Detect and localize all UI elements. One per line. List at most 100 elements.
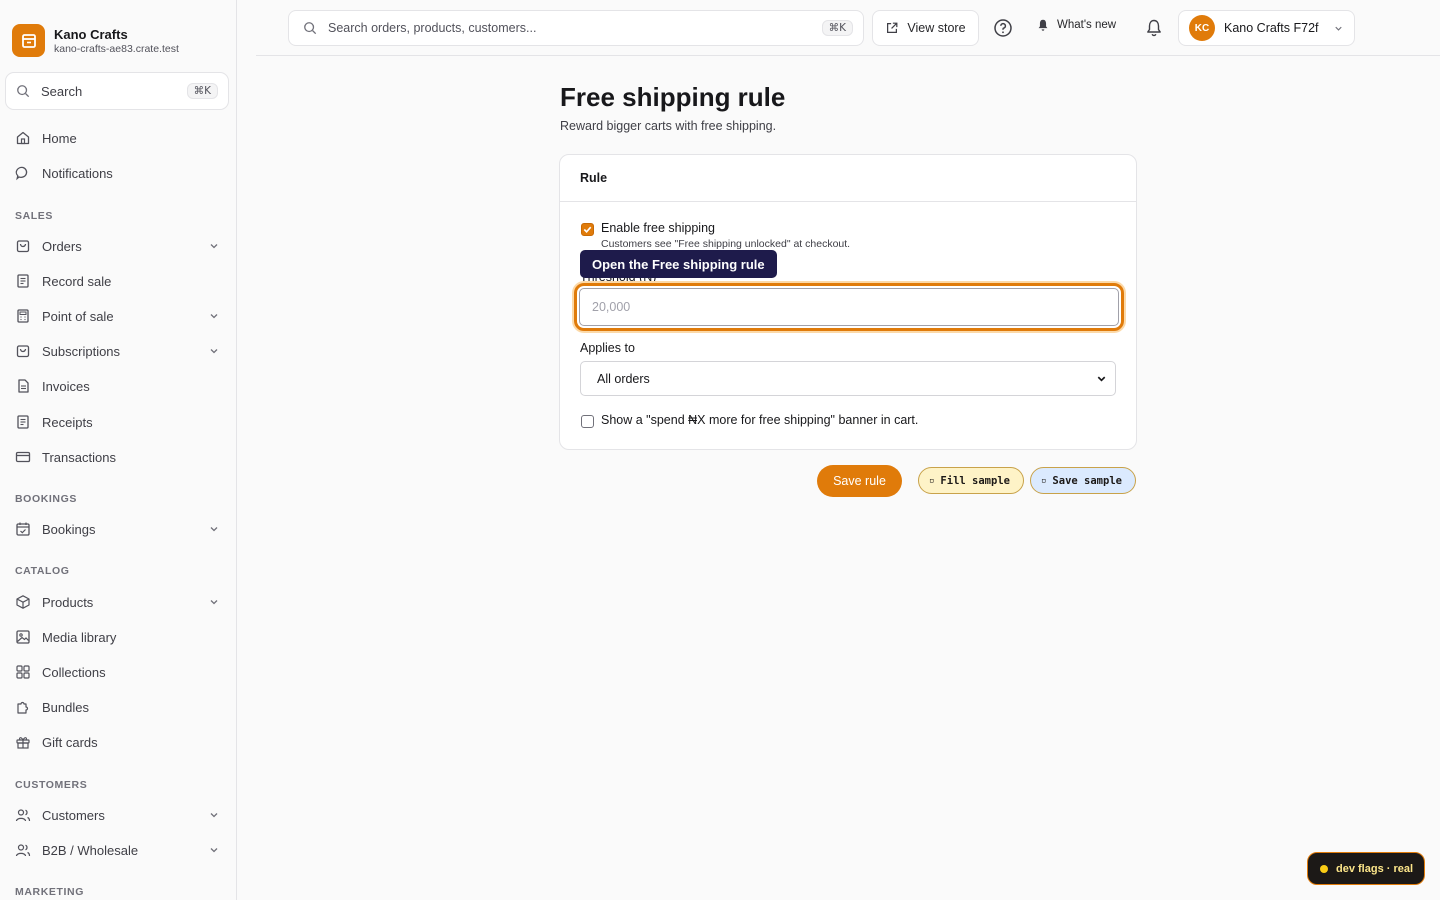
sidebar-item-label: Transactions bbox=[42, 449, 116, 465]
sidebar-item-label: Bookings bbox=[42, 521, 96, 537]
sidebar-item-orders[interactable]: Orders bbox=[15, 234, 220, 258]
calculator-icon bbox=[17, 309, 29, 323]
help-circle-icon[interactable] bbox=[993, 18, 1013, 38]
enable-free-shipping-checkbox[interactable] bbox=[581, 223, 594, 236]
sidebar-item-customers[interactable]: Customers bbox=[15, 803, 220, 827]
sidebar-item-label: Point of sale bbox=[42, 308, 114, 324]
search-icon bbox=[304, 22, 317, 35]
sidebar-item-label: Home bbox=[42, 130, 77, 146]
account-name: Kano Crafts F72f bbox=[1224, 21, 1319, 35]
whats-new-button[interactable]: What's new bbox=[1036, 18, 1116, 32]
sidebar-item-products[interactable]: Products bbox=[15, 590, 220, 614]
global-search-input[interactable]: Search orders, products, customers... ⌘K bbox=[288, 10, 864, 46]
brand[interactable]: Kano Crafts kano-crafts-ae83.crate.test bbox=[12, 24, 179, 57]
section-label-marketing: MARKETING bbox=[15, 886, 84, 898]
card-title: Rule bbox=[560, 155, 1136, 202]
bell-filled-icon bbox=[1038, 19, 1048, 31]
sidebar-item-label: Subscriptions bbox=[42, 343, 121, 359]
view-store-button[interactable]: View store bbox=[872, 10, 979, 46]
tooltip: Open the Free shipping rule bbox=[580, 250, 777, 278]
sidebar-item-receipts[interactable]: Receipts bbox=[15, 410, 220, 434]
sidebar-item-record-sale[interactable]: Record sale bbox=[15, 269, 220, 293]
dev-flags-label: dev flags · real bbox=[1336, 862, 1414, 875]
check-icon bbox=[583, 226, 592, 233]
avatar: KC bbox=[1189, 15, 1215, 41]
message-circle-icon bbox=[15, 166, 28, 181]
cart-banner-checkbox[interactable] bbox=[581, 415, 594, 428]
brand-url: kano-crafts-ae83.crate.test bbox=[54, 42, 179, 55]
fill-sample-button[interactable]: ▫ Fill sample bbox=[918, 467, 1024, 494]
sidebar-item-point-of-sale[interactable]: Point of sale bbox=[15, 304, 220, 328]
sidebar-item-collections[interactable]: Collections bbox=[15, 660, 220, 684]
section-label-customers: CUSTOMERS bbox=[15, 779, 88, 791]
sidebar-item-label: B2B / Wholesale bbox=[42, 842, 139, 858]
sidebar-item-label: Gift cards bbox=[42, 734, 98, 750]
sidebar: Kano Crafts kano-crafts-ae83.crate.test … bbox=[0, 0, 237, 900]
users-icon bbox=[15, 844, 31, 857]
chevron-down-icon[interactable] bbox=[208, 523, 220, 535]
sidebar-item-label: Record sale bbox=[42, 273, 112, 289]
search-placeholder: Search orders, products, customers... bbox=[328, 21, 537, 35]
account-menu[interactable]: KC Kano Crafts F72f bbox=[1178, 10, 1355, 46]
sidebar-item-transactions[interactable]: Transactions bbox=[15, 445, 220, 469]
applies-to-label: Applies to bbox=[580, 341, 635, 355]
sidebar-item-gift-cards[interactable]: Gift cards bbox=[15, 730, 220, 754]
sidebar-item-invoices[interactable]: Invoices bbox=[15, 374, 220, 398]
save-sample-button[interactable]: ▫ Save sample bbox=[1030, 467, 1136, 494]
chevron-down-icon[interactable] bbox=[208, 809, 220, 821]
sidebar-item-label: Notifications bbox=[42, 165, 113, 181]
sidebar-item-label: Invoices bbox=[42, 378, 90, 394]
enable-free-shipping-label[interactable]: Enable free shipping bbox=[601, 221, 715, 235]
section-label-bookings: BOOKINGS bbox=[15, 493, 77, 505]
chevron-down-icon[interactable] bbox=[208, 596, 220, 608]
page-subtitle: Reward bigger carts with free shipping. bbox=[560, 119, 777, 133]
section-label-catalog: CATALOG bbox=[15, 565, 70, 577]
sidebar-item-b2b-wholesale[interactable]: B2B / Wholesale bbox=[15, 838, 220, 862]
applies-to-select[interactable]: All orders bbox=[580, 361, 1116, 396]
bell-icon[interactable] bbox=[1144, 18, 1164, 38]
chevron-down-icon bbox=[1097, 376, 1106, 382]
dev-flags-badge[interactable]: dev flags · real bbox=[1307, 852, 1425, 885]
square-icon: ▫ bbox=[1041, 475, 1047, 486]
shortcut-badge: ⌘K bbox=[821, 20, 853, 36]
threshold-input[interactable] bbox=[579, 288, 1119, 326]
home-icon bbox=[16, 131, 30, 145]
image-icon bbox=[16, 630, 30, 644]
threshold-field-focus-ring bbox=[574, 283, 1124, 331]
square-icon: ▫ bbox=[929, 475, 935, 486]
credit-card-icon bbox=[15, 451, 31, 463]
cart-banner-label[interactable]: Show a "spend ₦X more for free shipping"… bbox=[601, 413, 918, 427]
sidebar-search[interactable]: Search ⌘K bbox=[5, 72, 229, 110]
sidebar-search-label: Search bbox=[41, 83, 83, 99]
view-store-label: View store bbox=[907, 21, 966, 35]
fill-sample-label: Fill sample bbox=[940, 474, 1010, 487]
external-link-icon bbox=[887, 22, 898, 33]
sidebar-item-media-library[interactable]: Media library bbox=[15, 625, 220, 649]
rule-card: Rule Enable free shipping Customers see … bbox=[559, 154, 1137, 450]
shortcut-badge: ⌘K bbox=[186, 83, 218, 99]
chevron-down-icon bbox=[1335, 26, 1342, 31]
chevron-down-icon[interactable] bbox=[208, 240, 220, 252]
sidebar-item-home[interactable]: Home bbox=[15, 126, 220, 150]
section-label-sales: SALES bbox=[15, 210, 54, 222]
gift-icon bbox=[16, 737, 30, 749]
sidebar-item-label: Bundles bbox=[42, 699, 89, 715]
topbar: Search orders, products, customers... ⌘K… bbox=[256, 0, 1440, 56]
chevron-down-icon[interactable] bbox=[208, 310, 220, 322]
sidebar-item-bundles[interactable]: Bundles bbox=[15, 695, 220, 719]
calendar-check-icon bbox=[16, 522, 30, 536]
puzzle-icon bbox=[17, 701, 29, 714]
sidebar-item-label: Products bbox=[42, 594, 94, 610]
sidebar-item-notifications[interactable]: Notifications bbox=[15, 161, 220, 185]
sidebar-item-bookings[interactable]: Bookings bbox=[15, 517, 220, 541]
chevron-down-icon[interactable] bbox=[208, 844, 220, 856]
grid-icon bbox=[16, 665, 30, 679]
store-logo-icon bbox=[12, 24, 45, 57]
save-rule-button[interactable]: Save rule bbox=[817, 465, 902, 497]
sidebar-item-subscriptions[interactable]: Subscriptions bbox=[15, 339, 220, 363]
brand-name: Kano Crafts bbox=[54, 26, 128, 42]
shopping-bag-icon bbox=[16, 240, 30, 253]
sidebar-item-label: Orders bbox=[42, 238, 82, 254]
chevron-down-icon[interactable] bbox=[208, 345, 220, 357]
sidebar-item-label: Media library bbox=[42, 629, 117, 645]
